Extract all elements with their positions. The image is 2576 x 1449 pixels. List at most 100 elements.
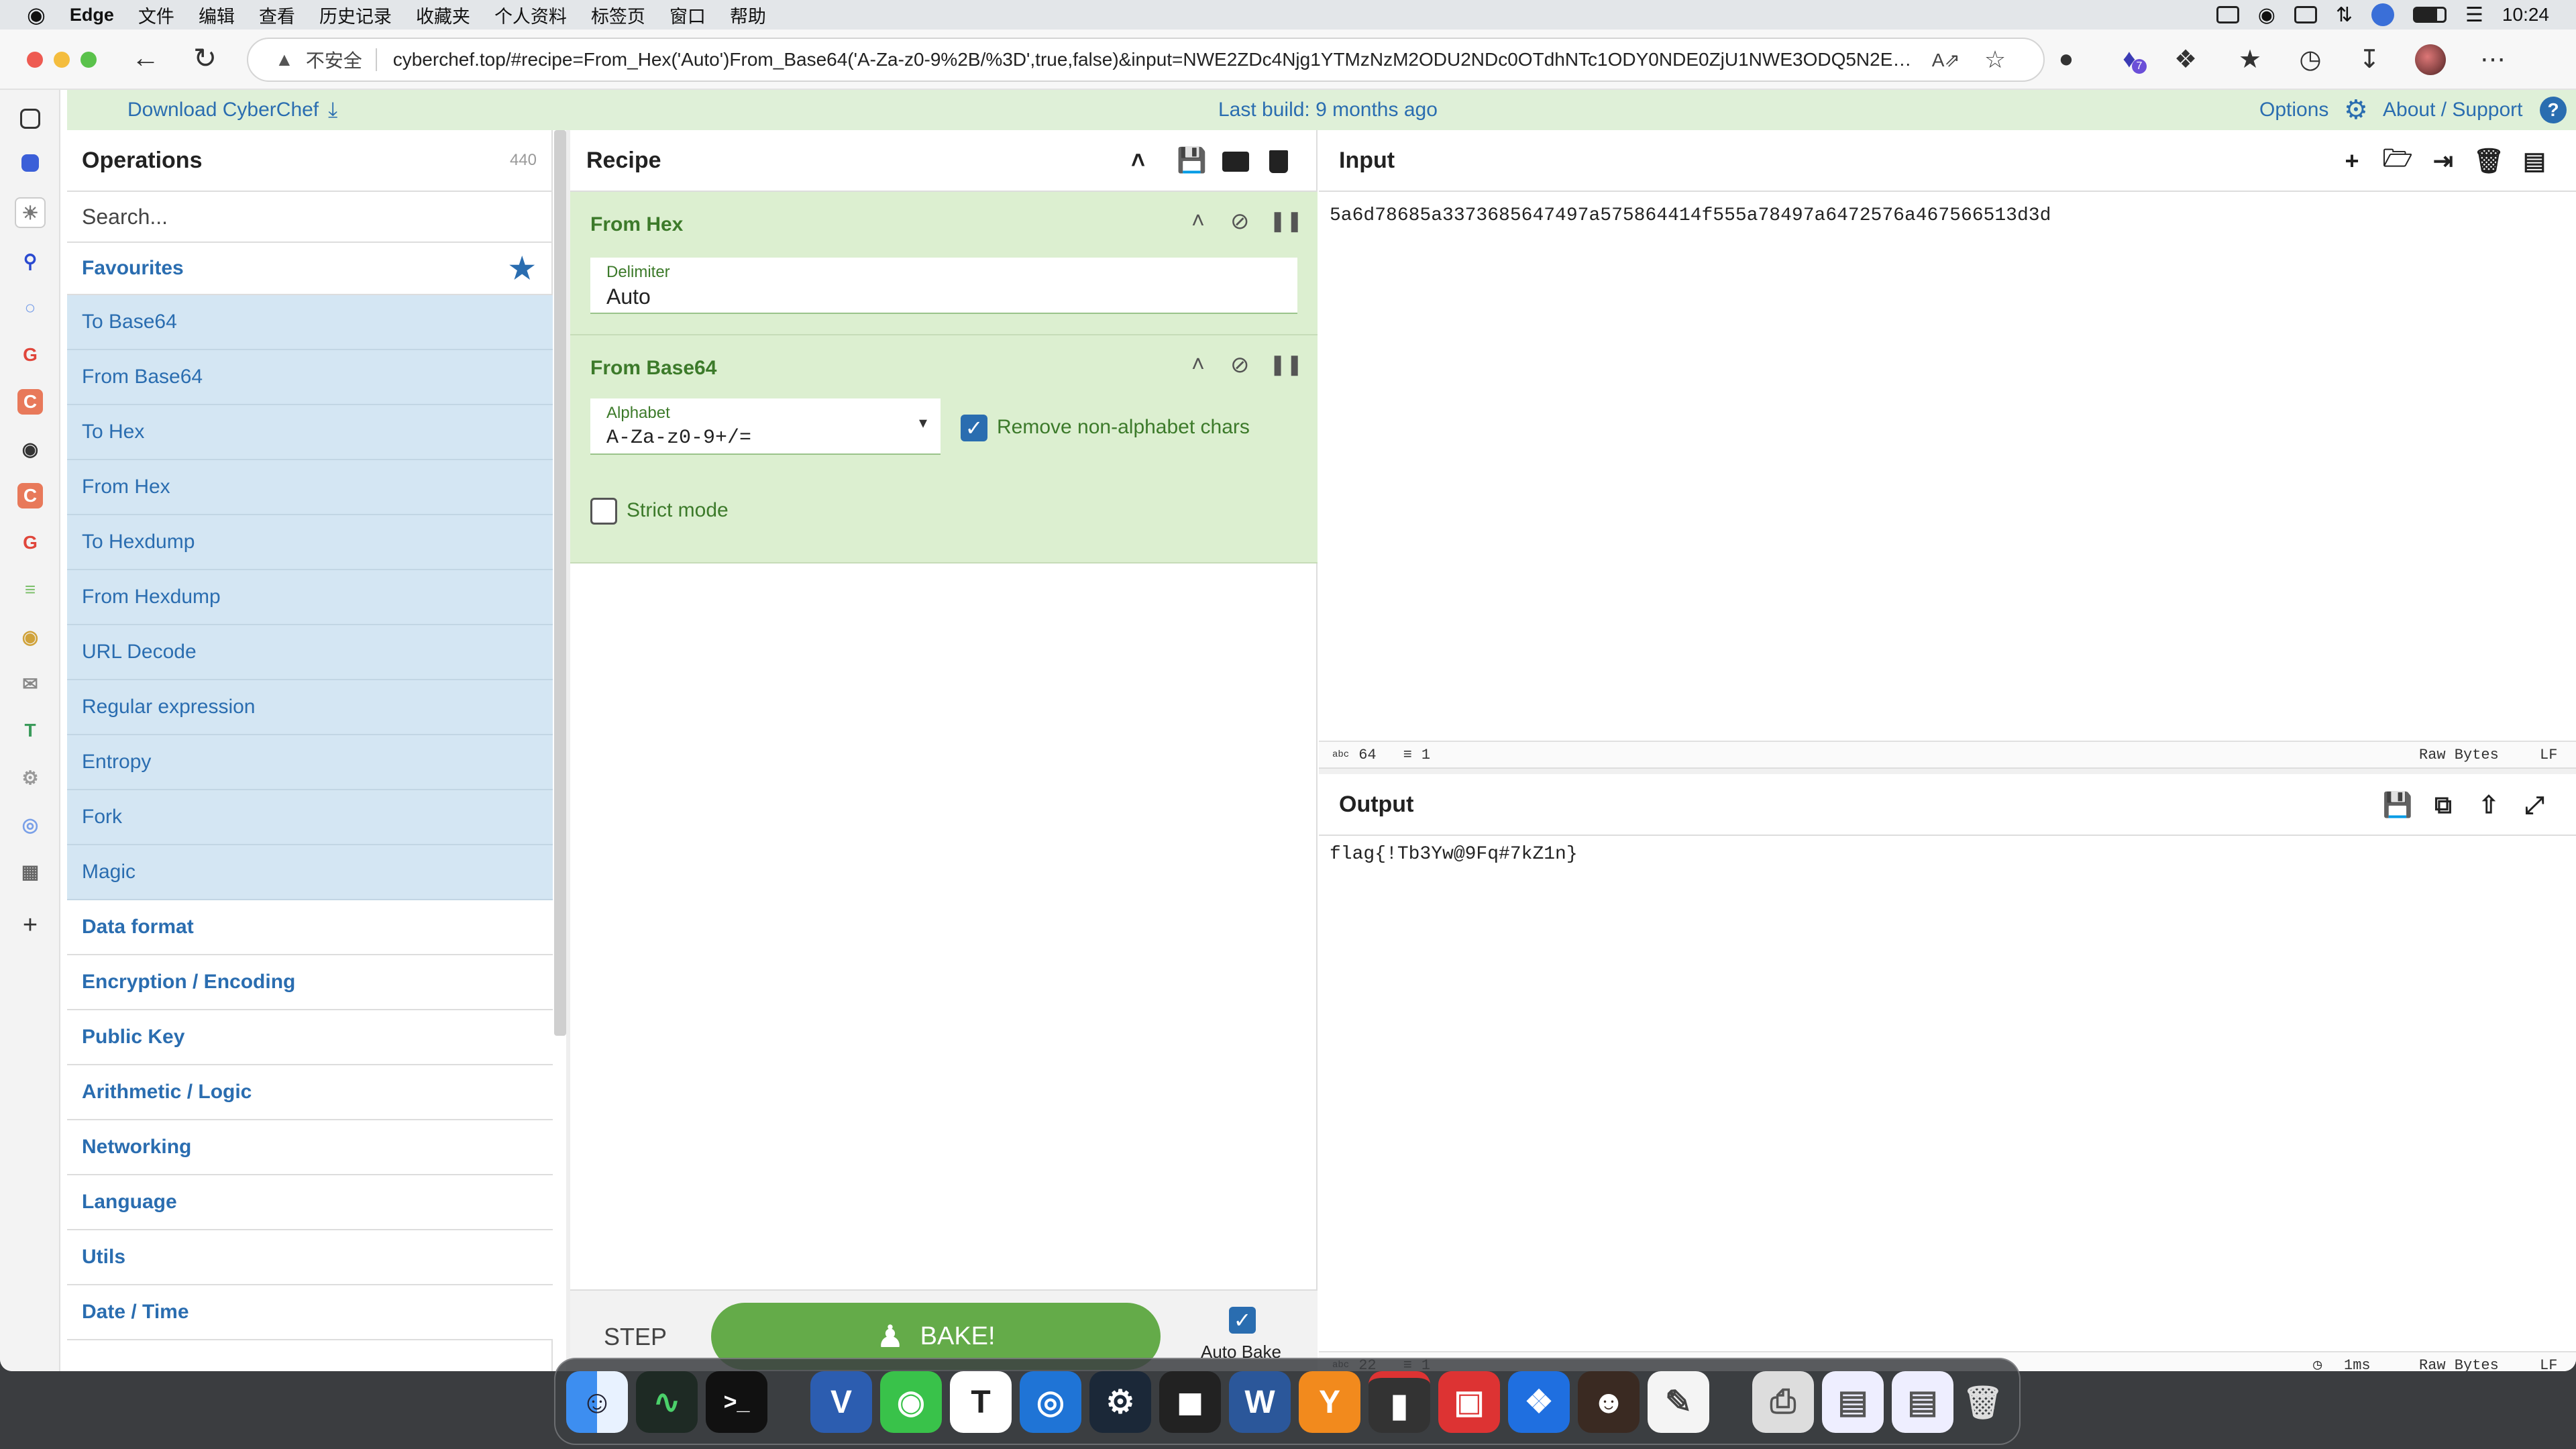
sidebar-tab-cube-icon[interactable] [21,154,39,172]
favourites-category[interactable]: Favourites ★ [67,243,553,295]
dock-parallels-icon[interactable]: ▮ [1368,1371,1430,1433]
window-zoom-button[interactable] [80,52,97,68]
menu-edit[interactable]: 编辑 [199,2,235,28]
op-from-hex[interactable]: From Hex [67,460,553,515]
category-data-format[interactable]: Data format [67,900,553,955]
dock-typora-icon[interactable]: T [950,1371,1012,1433]
sidebar-tab-mail-icon[interactable]: ✉ [17,671,43,696]
upload-status-icon[interactable]: ⇅ [2336,3,2353,27]
extensions-puzzle-icon[interactable]: ❖ [2169,43,2202,75]
dock-edge-icon[interactable]: ◎ [1020,1371,1081,1433]
download-cyberchef-link[interactable]: Download CyberChef [127,99,319,121]
op-to-hex[interactable]: To Hex [67,405,553,460]
dock-wechat-icon[interactable]: ◉ [880,1371,942,1433]
step-button[interactable]: STEP [604,1323,667,1351]
menu-profile[interactable]: 个人资料 [494,2,567,28]
category-date-time[interactable]: Date / Time [67,1285,553,1340]
sidebar-tab-google-icon[interactable]: G [17,342,43,368]
recipe-step-from-base64[interactable]: From Base64 ˄ ⊘ ❚❚ Alphabet A-Za-z0-9+/=… [570,335,1318,564]
input-encoding[interactable]: Raw Bytes [2419,747,2499,763]
back-arrow-icon[interactable]: ← [131,42,160,74]
control-center-icon[interactable]: ☰ [2465,3,2483,27]
dock-steam-icon[interactable]: ⚙ [1089,1371,1151,1433]
dock-toolbox-icon[interactable]: ▣ [1438,1371,1500,1433]
menu-help[interactable]: 帮助 [730,2,766,28]
sidebar-tab-gear-icon[interactable]: ⚙ [17,765,43,790]
clear-input-icon[interactable]: 🗑 [2473,146,2504,176]
dock-yuque-icon[interactable]: Y [1299,1371,1360,1433]
about-support-link[interactable]: About / Support [2383,99,2522,121]
window-minimize-button[interactable] [54,52,70,68]
delimiter-value[interactable]: Auto [606,284,651,309]
recipe-step-from-hex[interactable]: From Hex ˄ ⊘ ❚❚ Delimiter Auto [570,192,1318,335]
history-icon[interactable]: ◷ [2294,43,2326,75]
save-output-icon[interactable]: 💾 [2383,790,2413,820]
open-folder-icon[interactable]: 🗁 [2383,144,2413,176]
op-magic[interactable]: Magic [67,845,553,900]
output-text[interactable]: flag{!Tb3Yw@9Fq#7kZ1n} [1330,844,2564,1313]
remove-nonalpha-label[interactable]: Remove non-alphabet chars [997,416,1250,439]
more-menu-icon[interactable]: ⋯ [2477,43,2509,75]
sidebar-tab-calendar-icon[interactable]: ▦ [17,859,43,884]
open-file-icon[interactable]: ⇥ [2428,146,2458,176]
read-aloud-icon[interactable]: A⇗ [1932,49,1960,71]
menu-tabs[interactable]: 标签页 [591,2,645,28]
op-to-hexdump[interactable]: To Hexdump [67,515,553,570]
category-language[interactable]: Language [67,1175,553,1230]
sidebar-tab-cyberchef-icon[interactable]: ☀ [15,197,46,228]
maximise-output-icon[interactable]: ⤢ [2520,790,2549,820]
step-breakpoint-icon[interactable]: ❚❚ [1269,353,1303,376]
dock-screenshot2-icon[interactable]: ▤ [1892,1371,1953,1433]
category-utils[interactable]: Utils [67,1230,553,1285]
step-disable-icon[interactable]: ⊘ [1230,352,1250,378]
sidebar-tab-bar-icon[interactable]: ≡ [17,577,43,602]
load-recipe-icon[interactable] [1222,152,1249,172]
url-text[interactable]: cyberchef.top/#recipe=From_Hex('Auto')Fr… [393,49,1916,70]
dock-portrait-icon[interactable]: ☻ [1578,1371,1640,1433]
operations-scrollbar[interactable] [554,130,566,1036]
step-collapse-icon[interactable]: ˄ [1191,352,1205,378]
pen-status-icon[interactable] [2294,6,2317,23]
dock-windows-icon[interactable]: ❖ [1508,1371,1570,1433]
operations-search-input[interactable]: Search... [67,192,553,243]
alphabet-select[interactable]: Alphabet A-Za-z0-9+/= ▾ [590,398,941,455]
sidebar-tab-google2-icon[interactable]: G [17,530,43,555]
sidebar-tab-c-icon[interactable]: C [17,389,43,415]
category-networking[interactable]: Networking [67,1120,553,1175]
menu-app-name[interactable]: Edge [70,5,114,25]
favorite-star-icon[interactable]: ☆ [1984,46,2006,74]
op-from-hexdump[interactable]: From Hexdump [67,570,553,625]
strict-mode-checkbox[interactable] [590,498,617,525]
dock-textedit-icon[interactable]: ✎ [1648,1371,1709,1433]
security-label[interactable]: 不安全 [306,46,362,73]
favorites-icon[interactable]: ★ [2234,43,2266,75]
chevron-down-icon[interactable]: ▾ [919,413,927,433]
dock-trash-icon[interactable]: 🗑 [1952,1371,2014,1433]
help-icon[interactable]: ? [2540,97,2567,123]
sidebar-tab-search-icon[interactable]: ⚲ [17,248,43,274]
new-tab-plus-icon[interactable]: + [17,911,43,939]
op-fork[interactable]: Fork [67,790,553,845]
collapse-all-icon[interactable]: ˄ [1131,146,1145,174]
extension-bug-icon[interactable]: ♦ 7 [2113,43,2147,75]
wechat-status-icon[interactable]: ◉ [2258,3,2275,27]
screen-mirror-icon[interactable] [2216,6,2239,23]
tab-actions-icon[interactable] [20,109,40,129]
auto-bake-checkbox[interactable]: ✓ [1229,1307,1256,1334]
op-to-base64[interactable]: To Base64 [67,295,553,350]
dock-terminal-icon[interactable]: >_ [706,1371,767,1433]
downloads-icon[interactable]: ↧ [2353,43,2385,75]
profile-avatar[interactable] [2415,44,2446,75]
sidebar-tab-snake-icon[interactable]: ◉ [17,624,43,649]
menu-view[interactable]: 查看 [259,2,295,28]
menu-favorites[interactable]: 收藏夹 [416,2,470,28]
step-breakpoint-icon[interactable]: ❚❚ [1269,209,1303,233]
address-bar[interactable]: ▲ 不安全 cyberchef.top/#recipe=From_Hex('Au… [247,38,2045,82]
window-close-button[interactable] [27,52,43,68]
dock-vcode-icon[interactable]: V [810,1371,872,1433]
remove-nonalpha-checkbox[interactable]: ✓ [961,415,987,441]
clear-recipe-icon[interactable] [1269,150,1288,173]
op-from-base64[interactable]: From Base64 [67,350,553,405]
battery-icon[interactable] [2413,7,2447,23]
sidebar-tab-text-icon[interactable]: T [17,718,43,743]
